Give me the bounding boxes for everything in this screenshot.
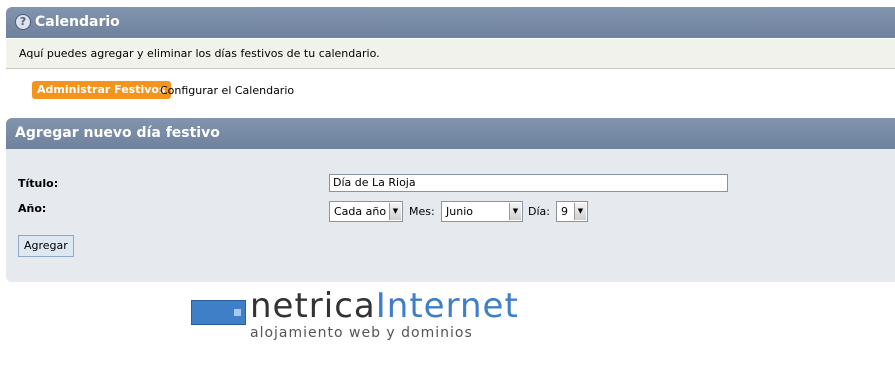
logo-tagline: alojamiento web y dominios xyxy=(250,325,473,341)
year-select[interactable]: Cada año ▼ xyxy=(329,201,403,222)
page-title: Calendario xyxy=(35,14,120,30)
year-label: Año: xyxy=(18,202,47,215)
section-title: Agregar nuevo día festivo xyxy=(15,125,220,141)
add-holiday-form: Título: Día de La Rioja Año: Cada año ▼ … xyxy=(6,149,895,282)
add-holiday-button[interactable]: Agregar xyxy=(18,235,74,257)
month-label: Mes: xyxy=(409,205,435,218)
month-select-value: Junio xyxy=(446,205,473,218)
year-select-value: Cada año xyxy=(334,205,387,218)
title-input[interactable]: Día de La Rioja xyxy=(329,174,728,192)
logo-mark xyxy=(191,300,246,325)
calendar-header-bar: ? Calendario xyxy=(6,7,895,38)
tab-configurar-calendario[interactable]: Configurar el Calendario xyxy=(160,84,294,97)
section-header-bar: Agregar nuevo día festivo xyxy=(6,118,895,149)
info-text: Aquí puedes agregar y eliminar los días … xyxy=(19,47,380,60)
day-select-value: 9 xyxy=(561,205,568,218)
logo-mark-notch xyxy=(234,309,241,316)
month-select[interactable]: Junio ▼ xyxy=(441,201,523,222)
logo-word-accent: Internet xyxy=(375,286,519,326)
logo-wordmark: netricaInternet xyxy=(250,286,519,326)
chevron-down-icon: ▼ xyxy=(509,203,521,220)
logo-word-dark: netrica xyxy=(250,286,376,326)
title-label: Título: xyxy=(18,177,59,190)
day-label: Día: xyxy=(528,205,550,218)
help-icon[interactable]: ? xyxy=(15,14,31,30)
chevron-down-icon: ▼ xyxy=(574,203,586,220)
day-select[interactable]: 9 ▼ xyxy=(556,201,588,222)
info-box: Aquí puedes agregar y eliminar los días … xyxy=(6,39,895,69)
tab-administrar-festivos[interactable]: Administrar Festivos xyxy=(32,81,171,99)
chevron-down-icon: ▼ xyxy=(389,203,401,220)
